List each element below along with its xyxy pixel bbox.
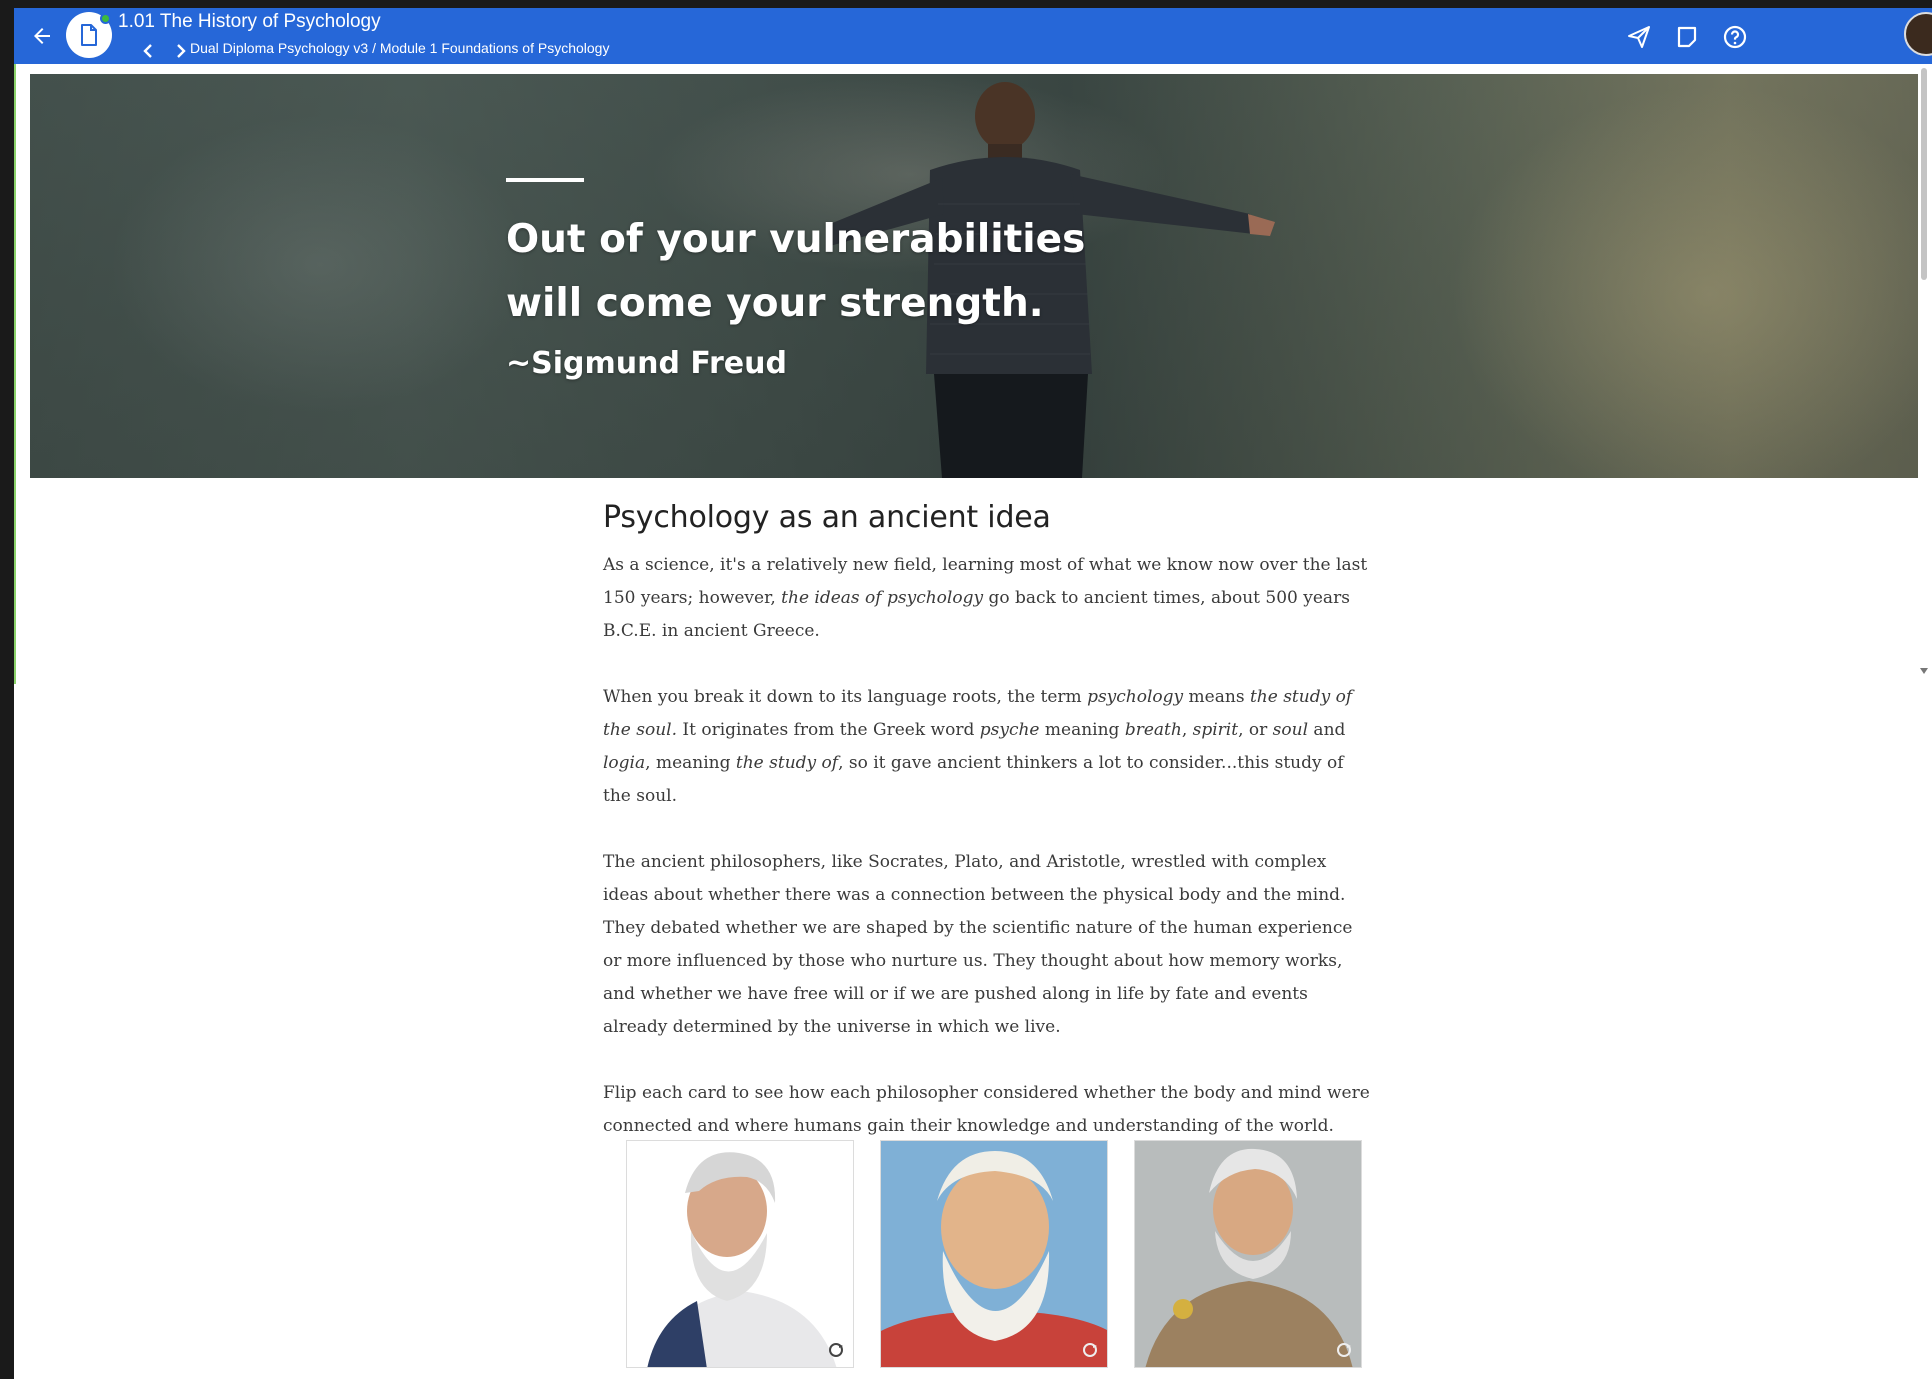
aristotle-portrait <box>1145 1148 1353 1367</box>
help-icon[interactable] <box>1722 24 1748 50</box>
paragraph-3: The ancient philosophers, like Socrates,… <box>603 852 1353 1037</box>
scrollbar-thumb[interactable] <box>1921 68 1927 280</box>
online-status-dot <box>100 13 111 24</box>
left-accent-bar <box>14 64 16 684</box>
notes-icon[interactable] <box>1674 24 1700 50</box>
paragraph-4: Flip each card to see how each philosoph… <box>603 1083 1370 1136</box>
document-icon <box>81 24 97 46</box>
flip-icon[interactable] <box>827 1341 845 1359</box>
hero-quote: Out of your vulnerabilities will come yo… <box>506 208 1126 336</box>
flip-card-plato[interactable] <box>880 1140 1108 1368</box>
lesson-badge[interactable] <box>66 12 112 58</box>
plato-portrait <box>881 1151 1107 1367</box>
quote-line-2: will come your strength. <box>506 281 1044 326</box>
section-heading: Psychology as an ancient idea <box>603 500 1051 535</box>
top-bar: 1.01 The History of Psychology Dual Dipl… <box>14 8 1932 64</box>
flip-icon[interactable] <box>1335 1341 1353 1359</box>
flip-card-socrates[interactable] <box>626 1140 854 1368</box>
avatar[interactable] <box>1904 12 1932 56</box>
arrow-left-icon[interactable] <box>30 24 54 48</box>
lesson-title: 1.01 The History of Psychology <box>118 11 381 32</box>
send-icon[interactable] <box>1626 24 1652 50</box>
breadcrumb[interactable]: Dual Diploma Psychology v3 / Module 1 Fo… <box>190 40 609 56</box>
chevron-left-icon[interactable] <box>140 42 158 60</box>
flip-card-row <box>626 1140 1366 1370</box>
flip-card-aristotle[interactable] <box>1134 1140 1362 1368</box>
app-window: 1.01 The History of Psychology Dual Dipl… <box>0 0 1932 1379</box>
lesson-content: Psychology as an ancient idea As a scien… <box>603 500 1373 1176</box>
socrates-portrait <box>647 1152 837 1367</box>
hero-banner: Out of your vulnerabilities will come yo… <box>30 74 1918 478</box>
scrollbar[interactable] <box>1916 64 1932 1379</box>
paragraph-2: When you break it down to its language r… <box>603 687 1353 806</box>
chevron-right-icon[interactable] <box>171 42 189 60</box>
flip-icon[interactable] <box>1081 1341 1099 1359</box>
quote-author: ~Sigmund Freud <box>506 346 787 381</box>
quote-line-1: Out of your vulnerabilities <box>506 217 1086 262</box>
quote-rule <box>506 178 584 182</box>
paragraph-1: As a science, it's a relatively new fiel… <box>603 555 1368 641</box>
scroll-down-icon[interactable] <box>1920 668 1928 674</box>
